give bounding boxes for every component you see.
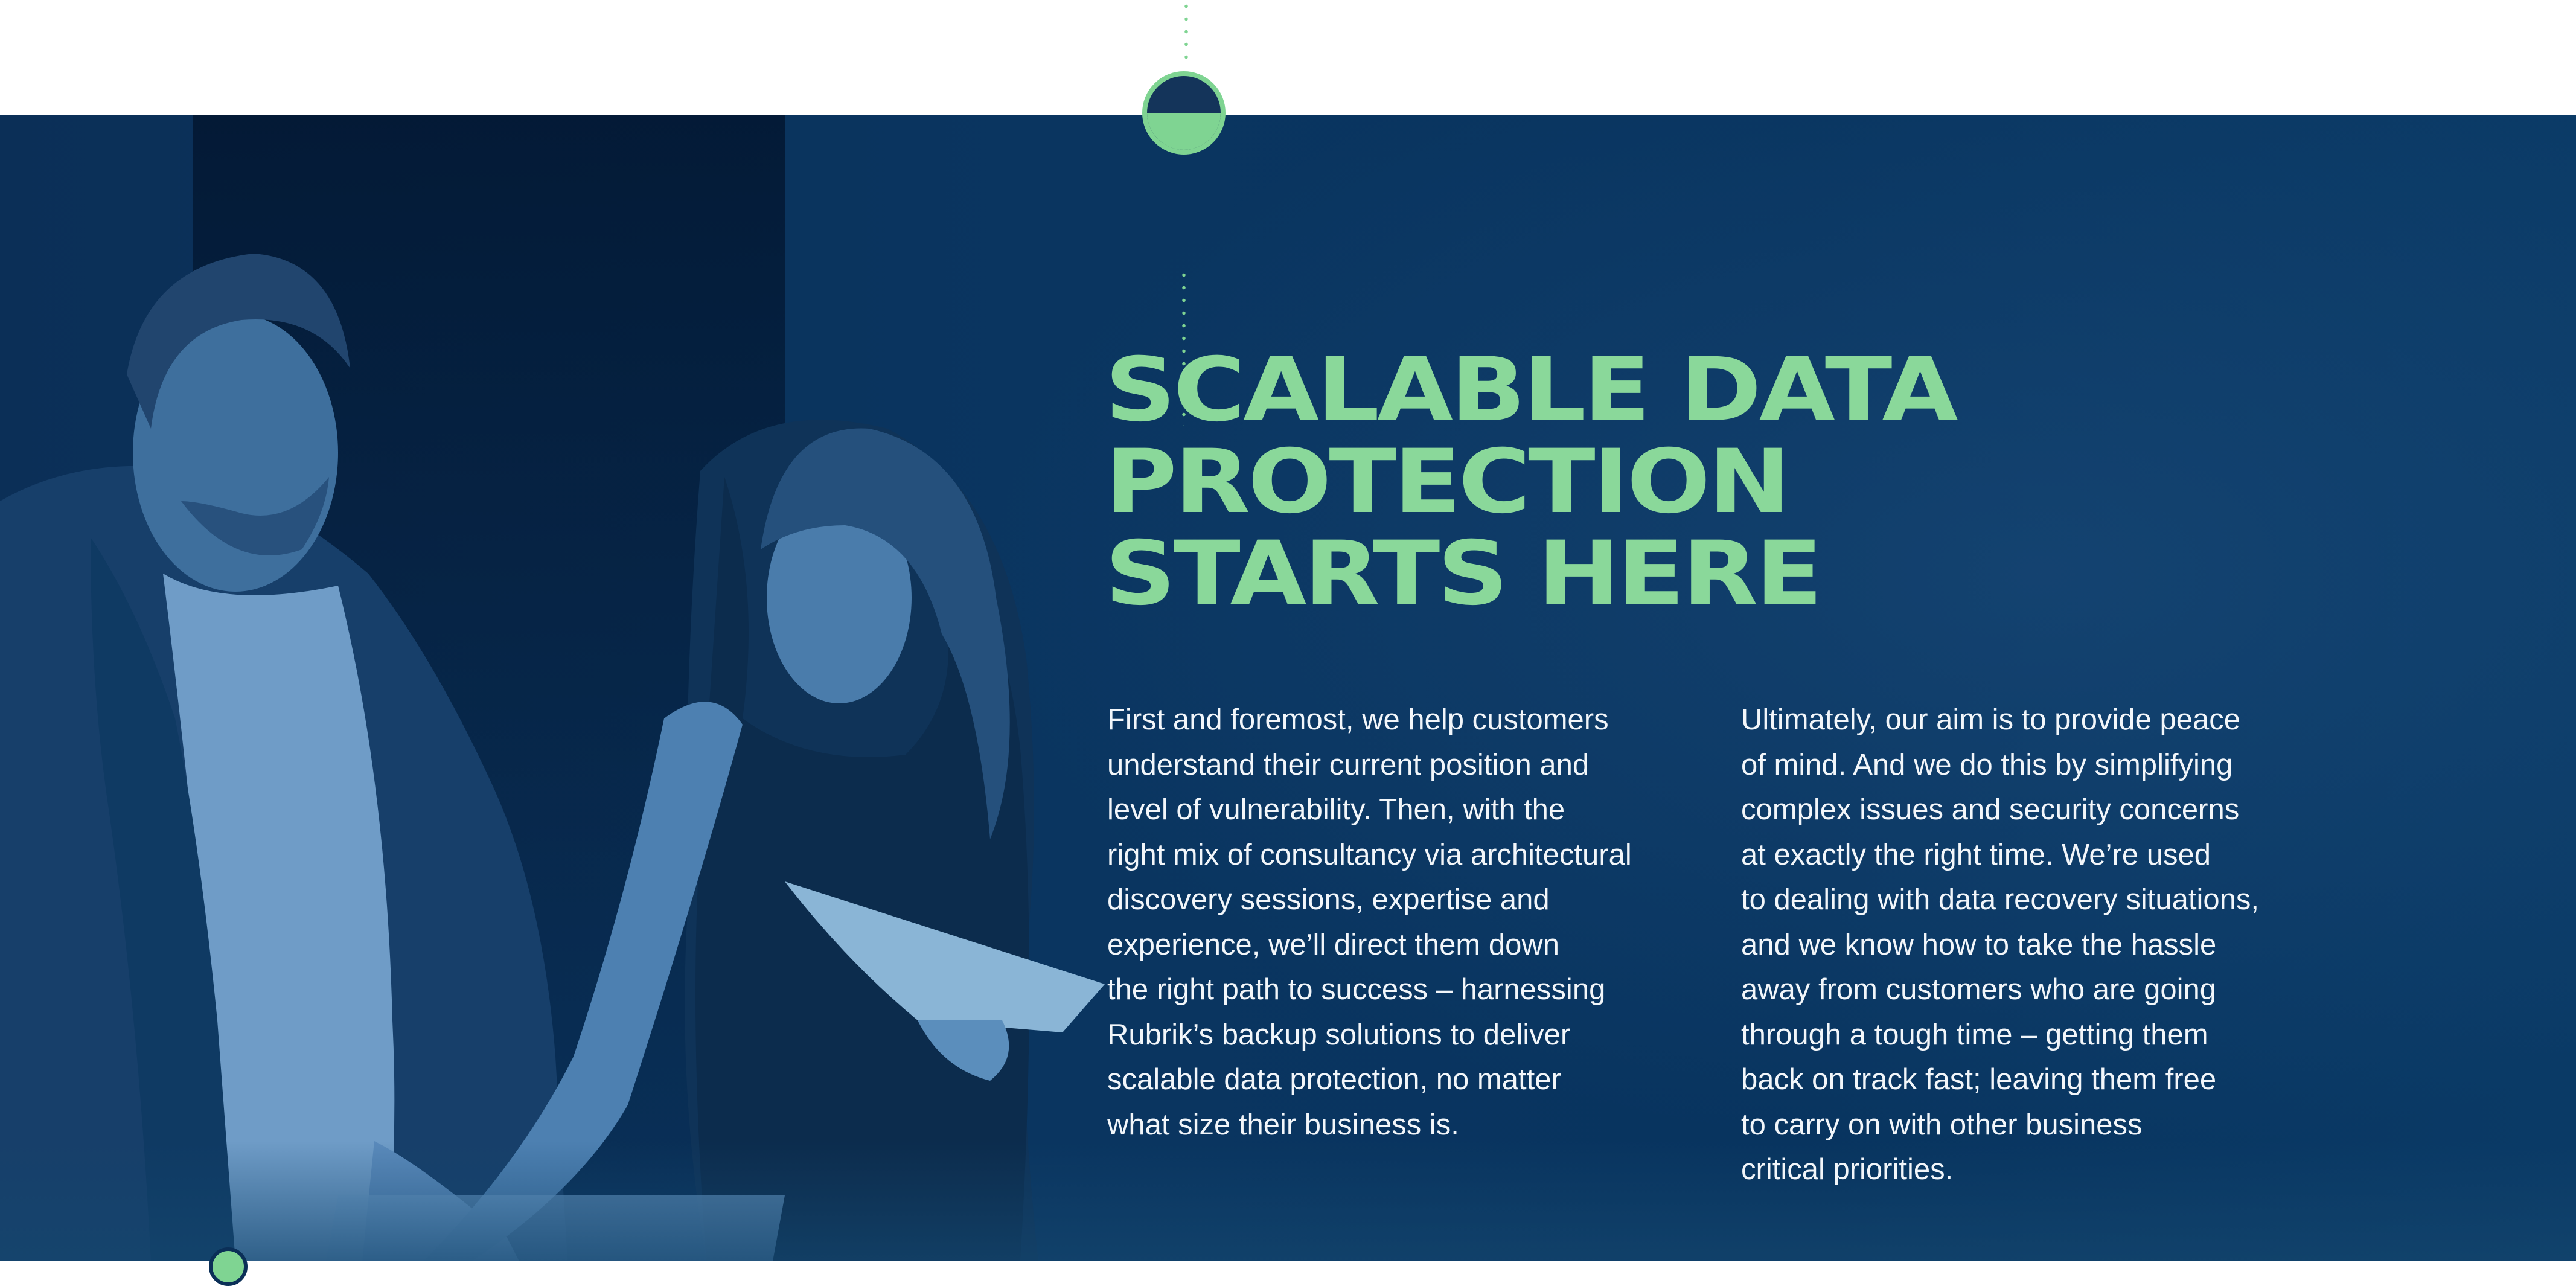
body-line: through a tough time – getting them: [1741, 1018, 2208, 1051]
body-line: the right path to success – harnessing: [1107, 973, 1606, 1006]
body-line: scalable data protection, no matter: [1107, 1063, 1561, 1096]
body-line: Ultimately, our aim is to provide peace: [1741, 703, 2240, 736]
green-dot-icon: [209, 1247, 248, 1286]
body-text-left-column: First and foremost, we help customers un…: [1107, 697, 1717, 1147]
body-line: at exactly the right time. We’re used: [1741, 838, 2211, 871]
top-white-strip: [0, 0, 2576, 115]
body-text-right-column: Ultimately, our aim is to provide peace …: [1741, 697, 2369, 1192]
dotted-divider-top: [1184, 0, 1188, 63]
body-line: critical priorities.: [1741, 1153, 1954, 1186]
headline-line-2: PROTECTION: [1105, 430, 1791, 533]
circle-lower-fill: [1147, 113, 1221, 150]
body-line: complex issues and security concerns: [1741, 793, 2240, 826]
body-line: to dealing with data recovery situations…: [1741, 883, 2259, 916]
body-line: and we know how to take the hassle: [1741, 928, 2217, 961]
body-line: what size their business is.: [1107, 1108, 1459, 1141]
hero-photo-people: [0, 254, 1105, 1261]
half-filled-circle-icon: [1142, 71, 1226, 155]
headline-line-3: STARTS HERE: [1105, 522, 1823, 625]
body-line: experience, we’ll direct them down: [1107, 928, 1559, 961]
body-line: to carry on with other business: [1741, 1108, 2143, 1141]
body-line: discovery sessions, expertise and: [1107, 883, 1550, 916]
body-line: First and foremost, we help customers: [1107, 703, 1609, 736]
body-line: of mind. And we do this by simplifying: [1741, 748, 2233, 781]
page-headline: SCALABLE DATA PROTECTION STARTS HERE: [1105, 339, 1958, 625]
body-line: understand their current position and: [1107, 748, 1590, 781]
headline-line-1: SCALABLE DATA: [1105, 339, 1958, 441]
body-line: back on track fast; leaving them free: [1741, 1063, 2217, 1096]
body-line: away from customers who are going: [1741, 973, 2217, 1006]
man-figure: [0, 254, 567, 1261]
body-line: Rubrik’s backup solutions to deliver: [1107, 1018, 1571, 1051]
body-line: right mix of consultancy via architectur…: [1107, 838, 1632, 871]
body-line: level of vulnerability. Then, with the: [1107, 793, 1565, 826]
